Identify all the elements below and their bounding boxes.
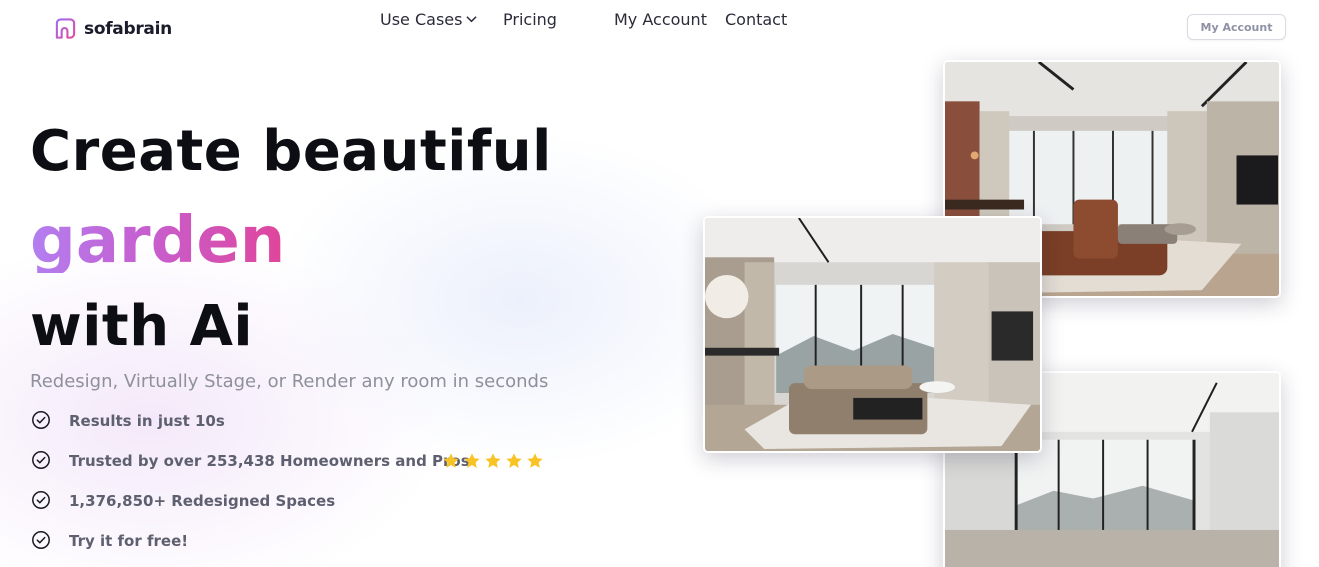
brand-logo[interactable]: sofabrain <box>54 17 172 41</box>
star-icon <box>506 453 522 468</box>
hero-subtitle: Redesign, Virtually Stage, or Render any… <box>30 371 549 392</box>
nav-my-account[interactable]: My Account <box>614 10 707 29</box>
nav-pricing[interactable]: Pricing <box>503 10 557 29</box>
hero-title-highlight: garden <box>30 204 286 278</box>
nav-use-cases[interactable]: Use Cases <box>380 9 478 29</box>
feature-text: Try it for free! <box>69 532 189 550</box>
home-outline-icon <box>55 18 76 39</box>
check-circle-icon <box>32 411 50 429</box>
star-icon <box>485 453 501 468</box>
nav-my-account-label: My Account <box>614 9 707 29</box>
feature-item: Results in just 10s <box>31 410 225 430</box>
check-circle-icon <box>32 491 50 509</box>
feature-item: 1,376,850+ Redesigned Spaces <box>31 490 335 510</box>
nav-contact[interactable]: Contact <box>725 10 787 29</box>
star-icon <box>443 453 459 468</box>
nav-contact-label: Contact <box>725 9 788 29</box>
hero-title-line1: Create beautiful <box>30 119 552 184</box>
nav-use-cases-label: Use Cases <box>380 9 463 29</box>
nav-pricing-label: Pricing <box>503 9 557 29</box>
feature-item: Trusted by over 253,438 Homeowners and P… <box>31 450 543 470</box>
feature-text: Results in just 10s <box>69 412 225 430</box>
check-circle-icon <box>32 451 50 469</box>
feature-item: Try it for free! <box>31 530 188 550</box>
feature-text: 1,376,850+ Redesigned Spaces <box>69 492 336 510</box>
rating-stars <box>442 452 544 470</box>
hero-title-line3: with Ai <box>30 294 254 359</box>
my-account-button[interactable]: My Account <box>1187 14 1286 40</box>
star-icon <box>527 453 543 468</box>
star-icon <box>464 453 480 468</box>
check-circle-icon <box>32 531 50 549</box>
living-room-render-middle <box>703 216 1042 453</box>
room-image <box>705 218 1040 451</box>
chevron-down-icon <box>466 16 478 23</box>
brand-name: sofabrain <box>84 19 172 39</box>
feature-text: Trusted by over 253,438 Homeowners and P… <box>69 452 470 470</box>
